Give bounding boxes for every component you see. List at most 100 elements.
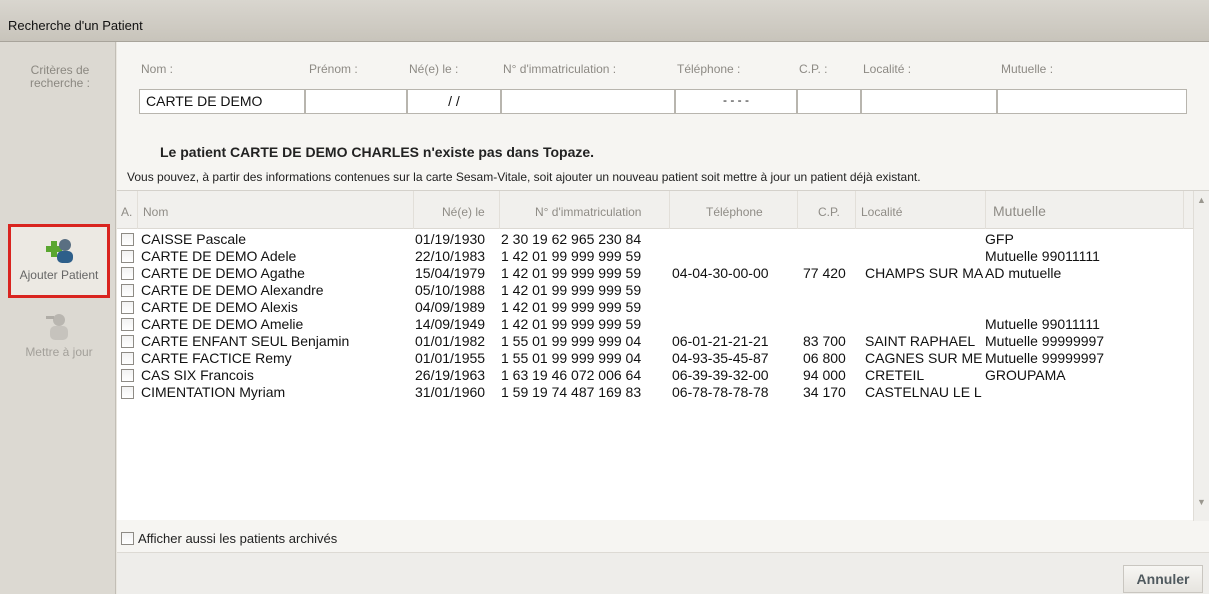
cell-ne-le: 14/09/1949 <box>415 316 486 332</box>
cell-ne-le: 22/10/1983 <box>415 248 486 264</box>
criteria-header-nom: Nom : <box>141 62 174 76</box>
criteria-header-mutuelle: Mutuelle : <box>1001 62 1054 76</box>
update-patient-label: Mettre à jour <box>25 345 93 359</box>
table-row[interactable]: CARTE ENFANT SEUL Benjamin 01/01/1982 1 … <box>117 333 1193 350</box>
table-row[interactable]: CIMENTATION Myriam 31/01/1960 1 59 19 74… <box>117 384 1193 401</box>
cell-cp: 34 170 <box>803 384 846 400</box>
archive-checkbox[interactable] <box>121 352 134 365</box>
cell-mutuelle: Mutuelle 99011111 <box>985 316 1100 332</box>
scroll-up-icon[interactable]: ▲ <box>1197 195 1206 205</box>
cell-immatriculation: 1 55 01 99 999 999 04 <box>501 350 642 366</box>
column-divider <box>985 191 986 229</box>
col-header-mutuelle[interactable]: Mutuelle <box>993 203 1046 219</box>
column-divider <box>1183 191 1184 229</box>
cell-mutuelle: Mutuelle 99999997 <box>985 333 1105 349</box>
search-nom-input[interactable]: CARTE DE DEMO <box>139 89 305 114</box>
instruction-message: Vous pouvez, à partir des informations c… <box>127 170 921 184</box>
table-row[interactable]: CARTE FACTICE Remy 01/01/1955 1 55 01 99… <box>117 350 1193 367</box>
archive-checkbox[interactable] <box>121 233 134 246</box>
table-row[interactable]: CARTE DE DEMO Agathe 15/04/1979 1 42 01 … <box>117 265 1193 282</box>
archive-checkbox[interactable] <box>121 369 134 382</box>
col-header-cp[interactable]: C.P. <box>818 205 840 219</box>
cell-ne-le: 01/01/1982 <box>415 333 486 349</box>
cell-immatriculation: 1 42 01 99 999 999 59 <box>501 248 642 264</box>
column-divider <box>413 191 414 229</box>
cell-telephone: 06-78-78-78-78 <box>672 384 769 400</box>
cell-localite: CAGNES SUR ME <box>865 350 983 366</box>
archive-checkbox[interactable] <box>121 386 134 399</box>
archive-checkbox[interactable] <box>121 250 134 263</box>
archive-checkbox[interactable] <box>121 301 134 314</box>
search-localite-input[interactable] <box>861 89 997 114</box>
cell-localite: CHAMPS SUR MA <box>865 265 984 281</box>
table-row[interactable]: CARTE DE DEMO Alexis 04/09/1989 1 42 01 … <box>117 299 1193 316</box>
cell-ne-le: 01/19/1930 <box>415 231 486 247</box>
cell-telephone: 04-93-35-45-87 <box>672 350 769 366</box>
cell-nom: CARTE FACTICE Remy <box>141 350 292 366</box>
update-patient-button[interactable]: Mettre à jour <box>8 304 110 374</box>
sidebar: Critères de recherche : Ajouter Patient … <box>0 42 116 594</box>
show-archived-checkbox[interactable] <box>121 532 134 545</box>
cell-nom: CARTE DE DEMO Agathe <box>141 265 305 281</box>
criteria-header-cp: C.P. : <box>799 62 828 76</box>
show-archived-option[interactable]: Afficher aussi les patients archivés <box>121 530 337 546</box>
cell-mutuelle: Mutuelle 99011111 <box>985 248 1100 264</box>
archive-checkbox[interactable] <box>121 284 134 297</box>
cell-ne-le: 04/09/1989 <box>415 299 486 315</box>
table-row[interactable]: CAISSE Pascale 01/19/1930 2 30 19 62 965… <box>117 231 1193 248</box>
col-header-ne-le[interactable]: Né(e) le <box>442 205 485 219</box>
scroll-down-icon[interactable]: ▼ <box>1197 497 1206 507</box>
col-header-archive[interactable]: A. <box>121 205 132 219</box>
table-row[interactable]: CARTE DE DEMO Adele 22/10/1983 1 42 01 9… <box>117 248 1193 265</box>
col-header-telephone[interactable]: Téléphone <box>706 205 763 219</box>
col-header-nom[interactable]: Nom <box>143 205 168 219</box>
main-panel: Nom : Prénom : Né(e) le : N° d'immatricu… <box>117 42 1209 594</box>
criteria-header-ne-le: Né(e) le : <box>409 62 459 76</box>
search-immatriculation-input[interactable] <box>501 89 675 114</box>
cell-nom: CARTE DE DEMO Amelie <box>141 316 304 332</box>
not-found-message: Le patient CARTE DE DEMO CHARLES n'exist… <box>160 144 595 160</box>
criteria-header-telephone: Téléphone : <box>677 62 741 76</box>
cell-ne-le: 15/04/1979 <box>415 265 486 281</box>
cell-cp: 94 000 <box>803 367 846 383</box>
vertical-scrollbar[interactable]: ▲ ▼ <box>1193 191 1209 521</box>
cell-immatriculation: 1 42 01 99 999 999 59 <box>501 265 642 281</box>
search-prenom-input[interactable] <box>305 89 407 114</box>
add-patient-label: Ajouter Patient <box>19 268 99 282</box>
cell-telephone: 06-39-39-32-00 <box>672 367 769 383</box>
cell-mutuelle: GFP <box>985 231 1014 247</box>
cell-localite: CASTELNAU LE L <box>865 384 982 400</box>
table-row[interactable]: CARTE DE DEMO Alexandre 05/10/1988 1 42 … <box>117 282 1193 299</box>
cell-ne-le: 26/19/1963 <box>415 367 486 383</box>
column-divider <box>499 191 500 229</box>
cell-immatriculation: 2 30 19 62 965 230 84 <box>501 231 642 247</box>
col-header-immatriculation[interactable]: N° d'immatriculation <box>535 205 641 219</box>
archive-checkbox[interactable] <box>121 318 134 331</box>
table-row[interactable]: CAS SIX Francois 26/19/1963 1 63 19 46 0… <box>117 367 1193 384</box>
search-telephone-input[interactable]: - - - - <box>675 89 797 114</box>
bottom-bar: Annuler <box>117 552 1209 594</box>
cell-cp: 77 420 <box>803 265 846 281</box>
table-header: A. Nom Né(e) le N° d'immatriculation Tél… <box>117 191 1193 229</box>
col-header-localite[interactable]: Localité <box>861 205 902 219</box>
search-cp-input[interactable] <box>797 89 861 114</box>
cell-immatriculation: 1 42 01 99 999 999 59 <box>501 316 642 332</box>
show-archived-label: Afficher aussi les patients archivés <box>138 531 338 546</box>
cell-nom: CARTE DE DEMO Alexis <box>141 299 298 315</box>
table-row[interactable]: CARTE DE DEMO Amelie 14/09/1949 1 42 01 … <box>117 316 1193 333</box>
cell-telephone: 04-04-30-00-00 <box>672 265 769 281</box>
cell-mutuelle: GROUPAMA <box>985 367 1066 383</box>
cell-immatriculation: 1 42 01 99 999 999 59 <box>501 299 642 315</box>
cancel-button[interactable]: Annuler <box>1123 565 1203 593</box>
add-patient-icon <box>42 233 76 267</box>
column-divider <box>137 191 138 229</box>
cell-ne-le: 31/01/1960 <box>415 384 486 400</box>
criteria-header-localite: Localité : <box>863 62 912 76</box>
cell-immatriculation: 1 42 01 99 999 999 59 <box>501 282 642 298</box>
search-birthdate-input[interactable]: / / <box>407 89 501 114</box>
cell-telephone: 06-01-21-21-21 <box>672 333 769 349</box>
archive-checkbox[interactable] <box>121 335 134 348</box>
search-mutuelle-input[interactable] <box>997 89 1187 114</box>
add-patient-button[interactable]: Ajouter Patient <box>8 224 110 298</box>
archive-checkbox[interactable] <box>121 267 134 280</box>
